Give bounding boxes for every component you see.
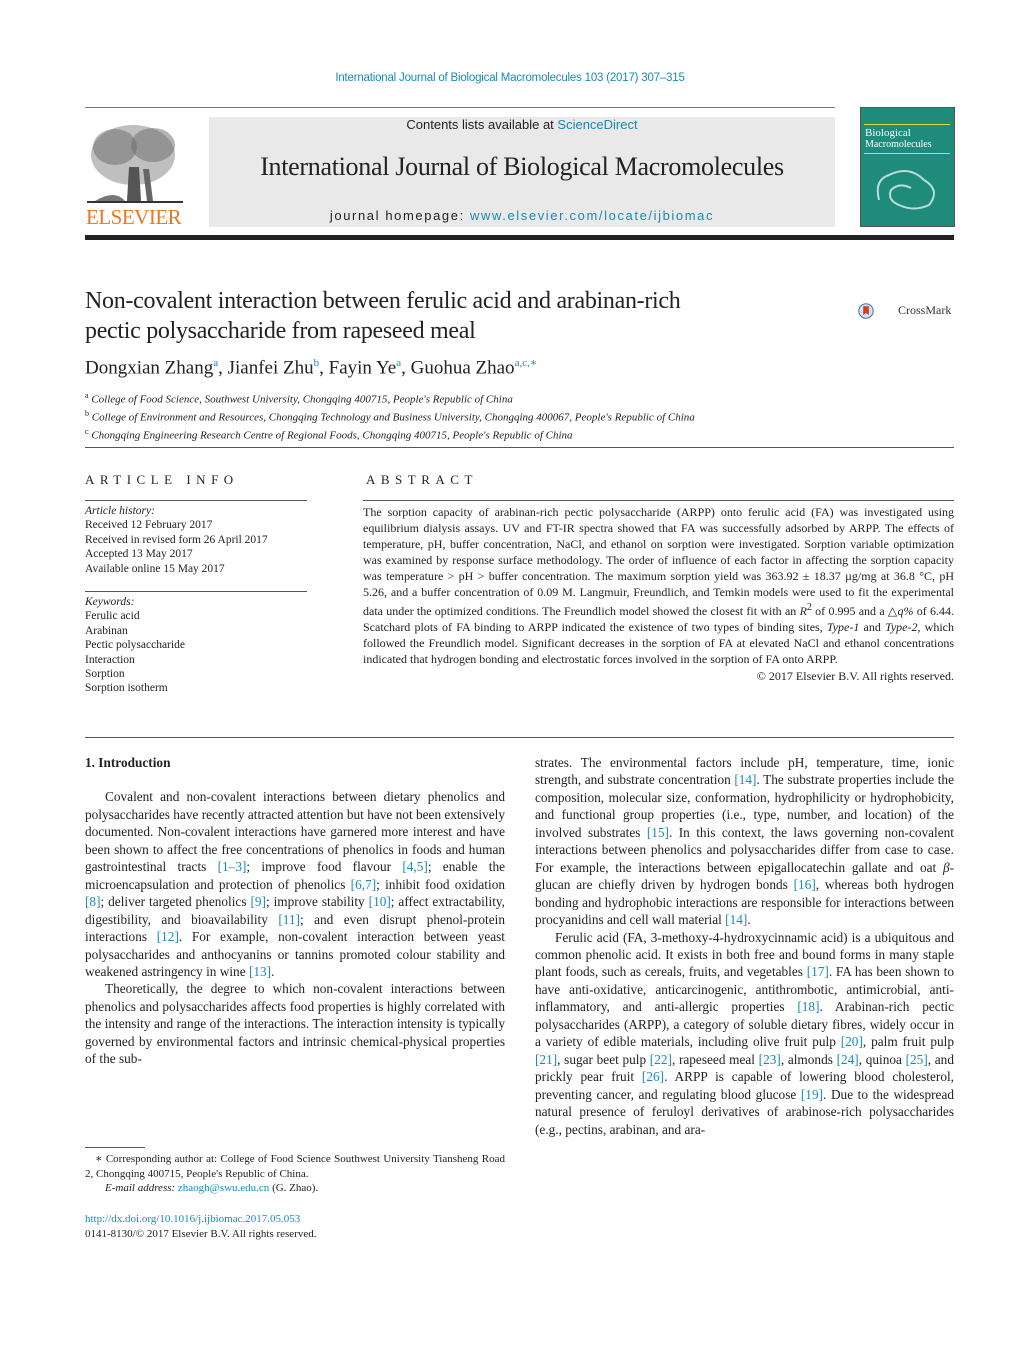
crossmark-label[interactable]: CrossMark [898,303,951,318]
article-history: Article history: Received 12 February 20… [85,505,268,575]
journal-name: International Journal of Biological Macr… [260,152,784,181]
body-column-right: strates. The environmental factors inclu… [535,754,954,1138]
divider [85,500,307,501]
citation-link[interactable]: [9] [250,894,266,909]
sciencedirect-link[interactable]: ScienceDirect [557,117,637,132]
citation-link[interactable]: [19] [801,1087,823,1102]
history-item: Available online 15 May 2017 [85,562,225,575]
email-link[interactable]: zhaogh@swu.edu.cn [178,1182,269,1194]
top-rule [85,107,835,108]
keyword: Arabinan [85,624,128,637]
keywords: Keywords: Ferulic acid Arabinan Pectic p… [85,596,185,695]
section-heading: 1. Introduction [85,755,171,770]
citation-link[interactable]: [18] [797,999,819,1014]
header-rule [85,235,954,240]
cover-stripe [864,124,950,125]
running-head[interactable]: International Journal of Biological Macr… [0,72,1020,84]
citation-link[interactable]: [12] [157,929,179,944]
author[interactable]: Guohua Zhao [411,357,515,378]
footnote: ∗ Corresponding author at: College of Fo… [85,1153,505,1195]
citation-link[interactable]: [24] [837,1052,859,1067]
history-item: Received in revised form 26 April 2017 [85,533,268,546]
doi-link[interactable]: http://dx.doi.org/10.1016/j.ijbiomac.201… [85,1212,317,1227]
elsevier-wordmark: ELSEVIER [86,205,182,229]
citation-link[interactable]: [20] [841,1034,863,1049]
citation-link[interactable]: [4,5] [402,859,427,874]
citation-link[interactable]: [23] [759,1052,781,1067]
issn-line: 0141-8130/© 2017 Elsevier B.V. All right… [85,1227,317,1240]
homepage-link[interactable]: www.elsevier.com/locate/ijbiomac [470,208,714,223]
contents-prefix: Contents lists available at [406,117,558,132]
cover-molecule-graphic [876,170,935,210]
cover-stripe [864,153,950,154]
keyword: Pectic polysaccharide [85,639,185,652]
citation-link[interactable]: [13] [249,964,271,979]
citation-link[interactable]: [14] [734,772,756,787]
author-list: Dongxian Zhanga, Jianfei Zhub, Fayin Yea… [85,357,538,379]
citation-link[interactable]: [8] [85,894,101,909]
keyword: Interaction [85,653,135,666]
citation-link[interactable]: [21] [535,1052,557,1067]
paragraph: strates. The environmental factors inclu… [535,755,954,928]
affiliations: a College of Food Science, Southwest Uni… [85,389,695,443]
citation-link[interactable]: [22] [650,1052,672,1067]
crossmark-icon[interactable] [858,291,898,331]
homepage-prefix: journal homepage: [329,208,470,223]
body-column-left: 1. Introduction Covalent and non-covalen… [85,754,505,1068]
citation-link[interactable]: [25] [906,1052,928,1067]
author[interactable]: Jianfei Zhu [228,357,314,378]
contents-line: Contents lists available at ScienceDirec… [209,117,835,132]
affiliation: c Chongqing Engineering Research Centre … [85,426,573,442]
journal-homepage: journal homepage: www.elsevier.com/locat… [209,208,835,223]
citation-link[interactable]: [6,7] [351,877,376,892]
divider [85,447,954,448]
citation-link[interactable]: [17] [807,964,829,979]
abstract-heading: ABSTRACT [366,472,478,487]
citation-link[interactable]: [26] [642,1069,664,1084]
abstract-copyright: © 2017 Elsevier B.V. All rights reserved… [756,669,954,684]
author[interactable]: Fayin Ye [329,357,397,378]
divider [85,591,307,592]
citation-link[interactable]: [16] [794,877,816,892]
citation-link[interactable]: [1–3] [218,859,247,874]
affiliation: a College of Food Science, Southwest Uni… [85,391,513,406]
citation-link[interactable]: [11] [278,912,300,927]
italic-text: β [942,859,950,875]
paragraph: Ferulic acid (FA, 3-methoxy-4-hydroxycin… [535,929,954,1137]
corresponding-author-note: ∗ Corresponding author at: College of Fo… [85,1153,505,1180]
author[interactable]: Dongxian Zhang [85,357,213,378]
history-item: Received 12 February 2017 [85,519,213,532]
citation-link[interactable]: [14] [725,912,747,927]
article-title: Non-covalent interaction between ferulic… [85,288,681,344]
article-info-heading: ARTICLE INFO [85,472,239,487]
cover-title: Biological Macromolecules [865,127,932,151]
citation-link[interactable]: [10] [369,894,391,909]
affiliation: b College of Environment and Resources, … [85,408,695,424]
paragraph: Covalent and non-covalent interactions b… [85,789,506,979]
keyword: Ferulic acid [85,610,140,623]
keyword: Sorption [85,668,125,681]
doi-block: http://dx.doi.org/10.1016/j.ijbiomac.201… [85,1212,317,1241]
divider [363,500,954,501]
journal-cover[interactable]: Biological Macromolecules [860,107,955,227]
divider [85,737,954,738]
keyword: Sorption isotherm [85,682,168,695]
paragraph: Theoretically, the degree to which non-c… [85,981,505,1067]
citation-link[interactable]: [15] [647,825,669,840]
abstract-text: The sorption capacity of arabinan-rich p… [363,505,955,684]
footnote-rule [85,1147,145,1148]
history-item: Accepted 13 May 2017 [85,548,193,561]
